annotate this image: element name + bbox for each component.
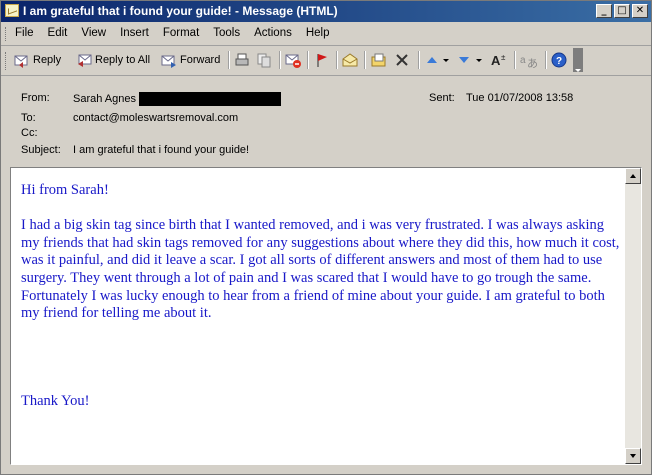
toolbar-separator bbox=[418, 51, 420, 69]
message-text: Hi from Sarah! I had a big skin tag sinc… bbox=[21, 182, 621, 428]
from-label: From: bbox=[21, 92, 50, 104]
menu-edit[interactable]: Edit bbox=[48, 27, 68, 39]
message-window: I am grateful that i found your guide! -… bbox=[0, 0, 652, 475]
menu-grip[interactable] bbox=[5, 27, 9, 41]
closing-text: Thank You! bbox=[21, 392, 90, 409]
toolbar-options-button[interactable] bbox=[573, 48, 583, 72]
next-item-button[interactable] bbox=[456, 50, 475, 70]
window-title: I am grateful that i found your guide! -… bbox=[23, 4, 338, 18]
cc-label: Cc: bbox=[21, 127, 38, 139]
maximize-button[interactable]: □ bbox=[614, 4, 630, 18]
menu-view[interactable]: View bbox=[81, 27, 106, 39]
toolbar-separator bbox=[279, 51, 281, 69]
font-size-button[interactable]: A ± bbox=[490, 50, 509, 70]
reply-button[interactable]: Reply bbox=[14, 50, 61, 70]
toolbar-separator bbox=[364, 51, 366, 69]
chevron-down-icon bbox=[442, 52, 450, 68]
message-body[interactable]: Hi from Sarah! I had a big skin tag sinc… bbox=[10, 167, 642, 465]
toolbar-separator bbox=[336, 51, 338, 69]
delete-x-icon bbox=[394, 52, 410, 68]
to-value[interactable]: contact@moleswartsremoval.com bbox=[73, 112, 238, 124]
junk-mail-button[interactable] bbox=[285, 50, 304, 70]
title-bar: I am grateful that i found your guide! -… bbox=[1, 1, 651, 22]
svg-text:A: A bbox=[491, 53, 501, 68]
sent-value: Tue 01/07/2008 13:58 bbox=[466, 92, 574, 104]
move-button[interactable] bbox=[371, 50, 390, 70]
to-label: To: bbox=[21, 112, 36, 124]
close-button[interactable]: ✕ bbox=[632, 4, 648, 18]
subject-label: Subject: bbox=[21, 144, 61, 156]
follow-up-flag-button[interactable] bbox=[314, 50, 333, 70]
toolbar-separator bbox=[307, 51, 309, 69]
svg-text:あ: あ bbox=[527, 57, 538, 68]
menu-format[interactable]: Format bbox=[163, 27, 199, 39]
body-paragraph: I had a big skin tag since birth that I … bbox=[21, 217, 620, 322]
greeting-text: Hi from Sarah! bbox=[21, 182, 109, 198]
open-envelope-icon bbox=[342, 52, 358, 68]
translate-icon: aあ bbox=[520, 52, 538, 70]
next-item-dropdown[interactable] bbox=[475, 50, 486, 70]
reply-all-button[interactable]: Reply to All bbox=[76, 50, 150, 70]
reply-label: Reply bbox=[33, 54, 62, 66]
menu-help[interactable]: Help bbox=[306, 27, 330, 39]
help-icon: ? bbox=[551, 52, 567, 68]
svg-text:a: a bbox=[520, 55, 526, 66]
flag-icon bbox=[314, 52, 330, 68]
toolbar-options-chevron-icon bbox=[573, 52, 583, 72]
font-size-icon: A ± bbox=[490, 52, 506, 68]
printer-icon bbox=[234, 52, 250, 68]
menu-actions[interactable]: Actions bbox=[254, 27, 292, 39]
menu-tools[interactable]: Tools bbox=[213, 27, 240, 39]
reply-icon bbox=[14, 52, 30, 68]
menu-file[interactable]: File bbox=[15, 27, 34, 39]
subject-value: I am grateful that i found your guide! bbox=[73, 144, 250, 156]
mark-unread-button[interactable] bbox=[342, 50, 361, 70]
message-envelope-icon bbox=[5, 4, 19, 17]
move-to-folder-button[interactable] bbox=[256, 50, 275, 70]
minimize-button[interactable]: _ bbox=[596, 4, 612, 18]
up-arrow-icon bbox=[424, 52, 440, 68]
toolbar-separator bbox=[545, 51, 547, 69]
move-to-folder-icon bbox=[371, 52, 387, 68]
toolbar-separator bbox=[514, 51, 516, 69]
from-name[interactable]: Sarah Agnes bbox=[73, 93, 136, 105]
toolbar-separator bbox=[228, 51, 230, 69]
forward-label: Forward bbox=[180, 54, 221, 66]
standard-toolbar: Reply Reply to All Forward A ± a あ ? bbox=[1, 46, 651, 76]
previous-item-dropdown[interactable] bbox=[442, 50, 453, 70]
chevron-down-icon bbox=[475, 52, 483, 68]
menu-insert[interactable]: Insert bbox=[120, 27, 149, 39]
delete-button[interactable] bbox=[394, 50, 413, 70]
junk-mail-icon bbox=[285, 52, 301, 68]
svg-text:?: ? bbox=[556, 56, 562, 67]
redacted-email-box bbox=[139, 92, 281, 106]
toolbar-grip[interactable] bbox=[5, 52, 9, 70]
scroll-down-button[interactable] bbox=[625, 448, 641, 464]
svg-text:±: ± bbox=[501, 53, 506, 62]
down-arrow-icon bbox=[456, 52, 472, 68]
reply-all-icon bbox=[76, 52, 92, 68]
reply-all-label: Reply to All bbox=[95, 54, 151, 66]
print-button[interactable] bbox=[234, 50, 253, 70]
forward-icon bbox=[161, 52, 177, 68]
message-header: From: Sarah Agnes Sent: Tue 01/07/2008 1… bbox=[1, 76, 651, 168]
translate-button[interactable]: aあ bbox=[520, 50, 539, 70]
vertical-scrollbar[interactable] bbox=[625, 168, 641, 464]
from-value: Sarah Agnes bbox=[73, 92, 281, 106]
menu-bar: File Edit View Insert Format Tools Actio… bbox=[1, 23, 651, 46]
sent-label: Sent: bbox=[429, 92, 455, 104]
copy-icon bbox=[256, 52, 272, 68]
forward-button[interactable]: Forward bbox=[161, 50, 220, 70]
scroll-up-button[interactable] bbox=[625, 168, 641, 184]
help-button[interactable]: ? bbox=[551, 50, 570, 70]
previous-item-button[interactable] bbox=[424, 50, 443, 70]
